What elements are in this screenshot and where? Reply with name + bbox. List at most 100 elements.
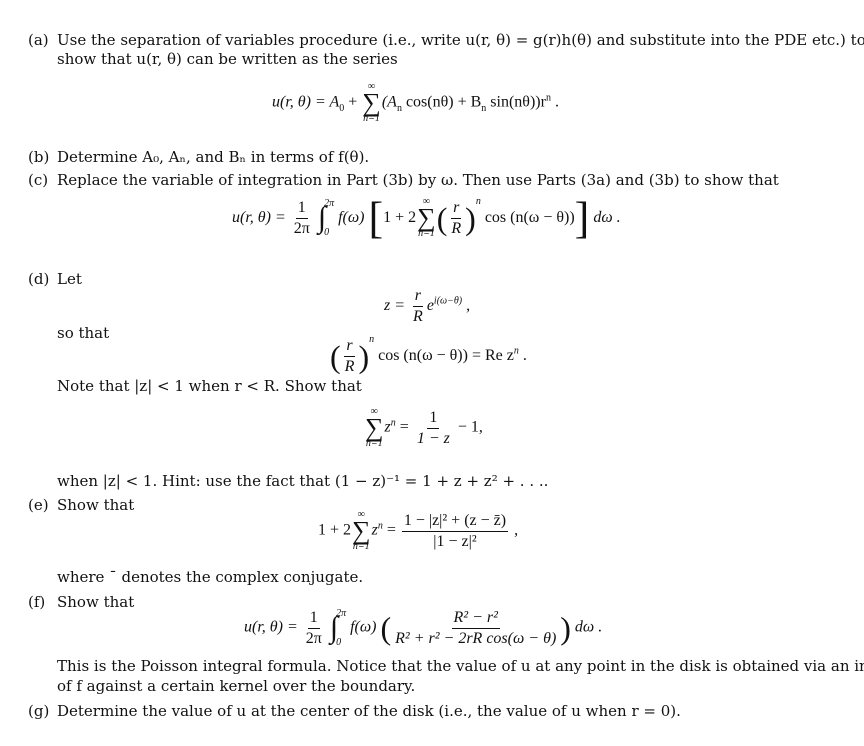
eq-lhs: u(r, θ) = A	[272, 93, 340, 111]
eq-end: .	[550, 93, 559, 111]
eq-lhs: z =	[384, 296, 406, 314]
frac-den: |1 − z|²	[433, 532, 477, 550]
frac-den: 1 − z	[416, 429, 450, 447]
fraction: rR	[343, 337, 357, 375]
frac-num: 1	[307, 609, 320, 629]
part-d-eq2: (r R)n cos (n(ω − θ)) = Re zn .	[330, 334, 527, 375]
eq-sup: i(ω−θ)	[433, 295, 463, 307]
part-e-label: (e)	[28, 496, 49, 514]
part-c-label: (c)	[28, 171, 49, 189]
part-d-eq1: z = r Rei(ω−θ) ,	[384, 287, 470, 325]
int-top: 2π	[336, 608, 347, 619]
right-paren: )	[560, 610, 571, 646]
summation: ∞ ∑ n=1	[352, 510, 371, 552]
frac-den: R	[413, 307, 423, 325]
sigma-symbol: ∑	[352, 516, 371, 545]
part-f-line1: This is the Poisson integral formula. No…	[57, 657, 864, 675]
left-paren: (	[330, 338, 341, 375]
eq-lhs: 1 + 2	[318, 521, 352, 539]
frac-den: R	[451, 219, 462, 237]
eq-end: dω .	[574, 618, 603, 636]
eq-end: dω .	[593, 209, 621, 226]
eq-term: cos (n(ω − θ)) = Re z	[378, 347, 514, 364]
eq-term: e	[426, 296, 434, 314]
part-a-equation: u(r, θ) = A0 + ∞ ∑ n=1 (An cos(nθ) + Bn sin…	[272, 82, 559, 124]
eq-term: 1 + 2	[383, 209, 417, 226]
sum-bottom: n=1	[363, 113, 380, 124]
fraction: 1 − |z|² + (z − z̄) |1 − z|²	[401, 512, 509, 550]
part-e-where: where ¯ denotes the complex conjugate.	[57, 568, 364, 586]
part-f-text: Show that	[57, 593, 135, 611]
part-e-equation: 1 + 2 ∞ ∑ n=1 zn = 1 − |z|² + (z − z̄) |1 − z…	[318, 510, 518, 552]
part-b-label: (b)	[28, 148, 50, 166]
right-paren: )	[465, 200, 476, 237]
poisson-kernel-fraction: R² − r² R² + r² − 2rR cos(ω − θ)	[393, 609, 558, 647]
eq-end: ,	[510, 521, 519, 539]
frac-den: R² + r² − 2rR cos(ω − θ)	[395, 629, 557, 647]
summation: ∞ ∑ n=1	[417, 197, 436, 239]
int-bottom: 0	[336, 637, 342, 648]
sum-bottom: n=1	[418, 228, 435, 240]
fraction: 11 − z	[415, 409, 452, 447]
eq-term: cos (n(ω − θ))	[484, 209, 575, 226]
left-bracket: [	[368, 193, 384, 243]
integrand: f(ω)	[338, 209, 365, 226]
part-c-equation: u(r, θ) = 1 2π ∫ 2π 0 f(ω) [1 + 2 ∞ ∑ n=1(r R)n…	[232, 196, 621, 240]
part-e-text: Show that	[57, 496, 135, 514]
right-paren: )	[358, 338, 370, 375]
part-d-let: Let	[57, 270, 82, 288]
fraction: 1 2π	[292, 199, 312, 237]
integral: ∫ 2π 0	[318, 198, 334, 238]
frac-num: 1 − |z|² + (z − z̄)	[401, 512, 509, 532]
eq-term: cos(nθ) + B	[401, 93, 482, 111]
eq-term: sin(nθ))r	[486, 93, 546, 111]
frac-num: r	[344, 337, 355, 357]
frac-den: 2π	[293, 219, 310, 237]
part-d-label: (d)	[28, 270, 50, 288]
part-a-label: (a)	[28, 31, 49, 49]
eq-plus: +	[344, 93, 362, 111]
fraction: rR	[449, 199, 463, 237]
frac-num: R² − r²	[451, 609, 500, 629]
eq-equals: =	[382, 521, 400, 539]
part-f-equation: u(r, θ) = 1 2π ∫ 2π 0 f(ω) (R² − r² R² + r² …	[244, 608, 602, 648]
fraction: 1 2π	[304, 609, 324, 647]
eq-lhs: u(r, θ) =	[232, 209, 286, 226]
fraction: rR	[411, 287, 425, 325]
integrand: f(ω)	[350, 618, 377, 636]
part-d-eq3: ∞ ∑ n=1 zn = 11 − z − 1,	[364, 407, 483, 449]
part-d-note: Note that |z| < 1 when r < R. Show that	[57, 377, 362, 395]
sigma-symbol: ∑	[365, 413, 384, 442]
sigma-symbol: ∑	[362, 88, 381, 117]
integral: ∫ 2π 0	[330, 608, 346, 648]
frac-den: R	[344, 357, 355, 375]
eq-term: (A	[381, 93, 397, 111]
eq-sup: n	[369, 334, 375, 345]
eq-sup: n	[475, 196, 481, 207]
eq-equals: =	[395, 418, 413, 436]
int-top: 2π	[324, 198, 335, 210]
frac-num: r	[451, 199, 462, 219]
part-d-so-that: so that	[57, 324, 110, 342]
sum-bottom: n=1	[352, 541, 370, 552]
frac-num: 1	[427, 409, 440, 429]
part-f-label: (f)	[28, 593, 46, 611]
part-g-text: Determine the value of u at the center o…	[57, 702, 681, 720]
part-d-hint: when |z| < 1. Hint: use the fact that (1…	[57, 472, 549, 490]
summation: ∞ ∑ n=1	[362, 82, 381, 124]
eq-end: − 1,	[453, 418, 483, 436]
eq-end: ,	[462, 296, 471, 314]
part-b-text: Determine A₀, Aₙ, and Bₙ in terms of f(θ…	[57, 148, 370, 166]
summation: ∞ ∑ n=1	[365, 407, 384, 449]
part-f-line2: of f against a certain kernel over the b…	[57, 677, 416, 695]
part-c-text: Replace the variable of integration in P…	[57, 171, 779, 189]
int-bottom: 0	[324, 227, 330, 239]
frac-num: r	[412, 287, 424, 307]
frac-den: 2π	[305, 629, 322, 647]
eq-end: .	[518, 347, 527, 364]
left-paren: (	[380, 610, 392, 646]
right-bracket: ]	[574, 193, 590, 243]
part-a-text-line1: Use the separation of variables procedur…	[57, 31, 864, 49]
left-paren: (	[436, 200, 448, 237]
eq-lhs: u(r, θ) =	[244, 618, 298, 636]
